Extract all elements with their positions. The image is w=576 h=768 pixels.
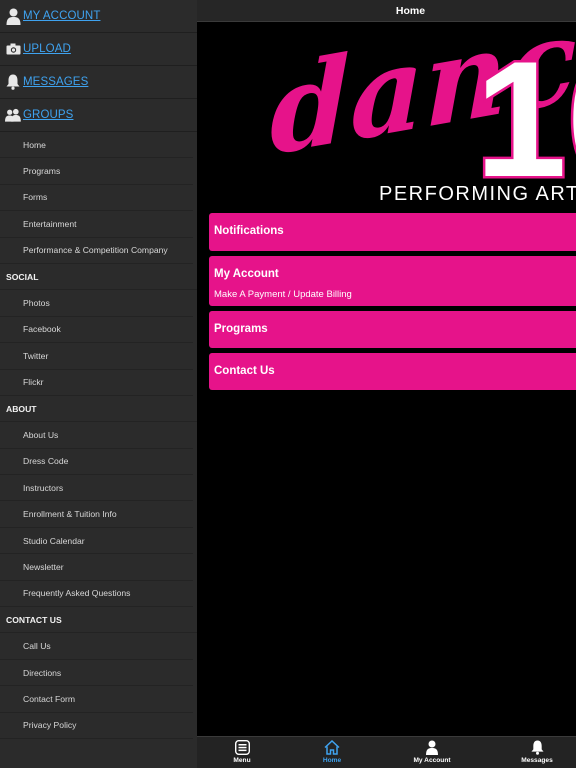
sidebar-link-label[interactable]: MESSAGES	[23, 76, 88, 88]
sidebar-item-programs[interactable]: Programs	[0, 158, 193, 185]
tab-messages[interactable]: Messages	[502, 737, 572, 768]
tab-label: Menu	[233, 757, 251, 764]
sidebar-item-flickr[interactable]: Flickr	[0, 370, 193, 396]
sidebar-item-studio-calendar[interactable]: Studio Calendar	[0, 528, 193, 555]
sidebar-link-upload[interactable]: UPLOAD	[0, 33, 197, 66]
tab-home[interactable]: Home	[297, 737, 367, 768]
sidebar-item-about-us[interactable]: About Us	[0, 422, 193, 449]
sidebar-item-newsletter[interactable]: Newsletter	[0, 554, 193, 581]
sidebar-item-forms[interactable]: Forms	[0, 185, 193, 212]
sidebar-section-social: SOCIAL	[0, 264, 197, 291]
logo: dance 10 PERFORMING ARTS	[197, 22, 576, 210]
tab-menu[interactable]: Menu	[207, 737, 277, 768]
page-title: Home	[395, 4, 426, 17]
tile-contact-us[interactable]: Contact Us	[209, 353, 576, 390]
sidebar-item-photos[interactable]: Photos	[0, 290, 193, 317]
sidebar-item-facebook[interactable]: Facebook	[0, 317, 193, 344]
sidebar-item-entertainment[interactable]: Entertainment	[0, 211, 193, 238]
sidebar-item-call-us[interactable]: Call Us	[0, 633, 193, 660]
camera-icon	[5, 40, 21, 58]
title-bar: Home	[197, 0, 576, 22]
sidebar-section-contact: CONTACT US	[0, 607, 197, 634]
tile-subtitle: Make A Payment / Update Billing	[214, 289, 352, 300]
sidebar-item-contact-form[interactable]: Contact Form	[0, 686, 193, 713]
sidebar-item-directions[interactable]: Directions	[0, 660, 193, 687]
tile-title: My Account	[214, 268, 279, 280]
sidebar-link-label[interactable]: UPLOAD	[23, 43, 71, 55]
tile-programs[interactable]: Programs	[209, 311, 576, 348]
tab-my-account[interactable]: My Account	[397, 737, 467, 768]
sidebar-item-enrollment[interactable]: Enrollment & Tuition Info	[0, 501, 193, 528]
sidebar-section-about: ABOUT	[0, 396, 197, 423]
sidebar-item-dress-code[interactable]: Dress Code	[0, 449, 193, 476]
tab-label: Messages	[521, 757, 553, 764]
tile-title: Programs	[214, 323, 268, 335]
bell-icon	[5, 73, 21, 91]
sidebar: MY ACCOUNT UPLOAD MESSAGES GROUPS Home P…	[0, 0, 197, 768]
logo-tagline: PERFORMING ARTS	[379, 183, 576, 205]
tab-label: Home	[322, 757, 342, 764]
sidebar-item-home[interactable]: Home	[0, 132, 193, 159]
user-icon	[397, 737, 467, 756]
tab-bar: Menu Home My Account Messages	[197, 736, 576, 768]
tile-notifications[interactable]: Notifications	[209, 213, 576, 251]
menu-icon	[207, 737, 277, 756]
tile-my-account[interactable]: My Account Make A Payment / Update Billi…	[209, 256, 576, 306]
sidebar-link-messages[interactable]: MESSAGES	[0, 66, 197, 99]
tab-label: My Account	[413, 757, 451, 764]
tile-title: Contact Us	[214, 365, 275, 377]
sidebar-item-twitter[interactable]: Twitter	[0, 343, 193, 370]
user-icon	[5, 7, 21, 25]
sidebar-link-my-account[interactable]: MY ACCOUNT	[0, 0, 197, 33]
tile-title: Notifications	[214, 225, 284, 237]
sidebar-item-instructors[interactable]: Instructors	[0, 475, 193, 502]
sidebar-link-label[interactable]: GROUPS	[23, 109, 73, 121]
sidebar-item-performance[interactable]: Performance & Competition Company	[0, 238, 193, 264]
sidebar-link-groups[interactable]: GROUPS	[0, 99, 197, 132]
sidebar-item-faq[interactable]: Frequently Asked Questions	[0, 581, 193, 608]
main-content: Home dance 10 PERFORMING ARTS Notificati…	[197, 0, 576, 768]
home-icon	[297, 737, 367, 756]
sidebar-link-label[interactable]: MY ACCOUNT	[23, 10, 100, 22]
group-icon	[5, 106, 21, 124]
sidebar-item-privacy-policy[interactable]: Privacy Policy	[0, 713, 193, 739]
bell-icon	[502, 737, 572, 756]
